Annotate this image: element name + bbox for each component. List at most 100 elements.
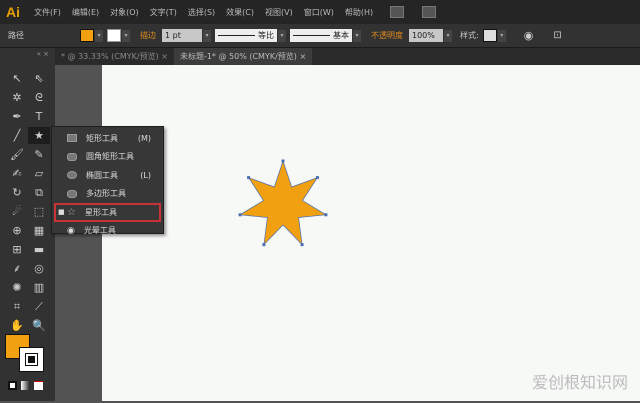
hand-tool-icon[interactable]: ✋ <box>6 317 28 334</box>
perspective-grid-tool-icon[interactable]: ▦ <box>28 222 50 239</box>
zoom-tool-icon[interactable]: 🔍 <box>28 317 50 334</box>
style-swatch[interactable] <box>482 29 497 42</box>
item-label: 星形工具 <box>84 207 117 217</box>
symbol-sprayer-tool-icon[interactable]: ✺ <box>6 279 28 296</box>
stroke-label[interactable]: 描边 <box>140 30 156 41</box>
arrange-documents-button[interactable] <box>422 6 437 18</box>
magic-wand-tool-icon[interactable]: ✲ <box>6 89 28 106</box>
eraser-tool-icon[interactable]: ▱ <box>28 165 50 182</box>
menu-object[interactable]: 对象(O) <box>110 7 139 18</box>
stroke-weight-input[interactable]: 1 pt <box>162 29 202 42</box>
rectangle-tool-item[interactable]: 矩形工具 (M) <box>52 129 163 148</box>
style-label: 样式: <box>460 31 479 40</box>
menu-type[interactable]: 文字(T) <box>150 7 177 18</box>
align-icon[interactable]: ⊡ <box>553 30 561 41</box>
pencil-tool-icon[interactable]: ✎ <box>28 146 50 163</box>
close-tab-icon[interactable]: × <box>299 52 306 61</box>
eyedropper-tool-icon[interactable]: ⸙ <box>6 260 28 277</box>
anchor-point[interactable] <box>300 243 304 247</box>
rounded-rectangle-tool-item[interactable]: 圆角矩形工具 <box>52 148 163 167</box>
warp-tool-icon[interactable]: ☄ <box>6 203 28 220</box>
opacity-label[interactable]: 不透明度 <box>371 30 403 41</box>
menu-help[interactable]: 帮助(H) <box>345 7 373 18</box>
pen-tool-icon[interactable]: ✒ <box>6 108 28 125</box>
graph-tool-icon[interactable]: ▥ <box>28 279 50 296</box>
opacity-input[interactable]: 100% <box>409 29 443 42</box>
rotate-tool-icon[interactable]: ↻ <box>6 184 28 201</box>
menu-file[interactable]: 文件(F) <box>34 7 61 18</box>
recolor-icon[interactable]: ◉ <box>524 29 534 42</box>
item-shortcut: (M) <box>137 133 151 143</box>
rectangle-icon <box>67 134 77 143</box>
app-logo: Ai <box>6 4 20 20</box>
menu-bar: Ai 文件(F) 编辑(E) 对象(O) 文字(T) 选择(S) 效果(C) 视… <box>0 0 640 24</box>
direct-selection-tool-icon[interactable]: ⇖ <box>28 70 50 87</box>
panel-collapse-icon[interactable]: « × <box>0 48 55 60</box>
polygon-tool-item[interactable]: 多边形工具 <box>52 185 163 204</box>
style-dropdown[interactable]: ▾ <box>497 29 506 42</box>
gradient-tool-icon[interactable]: ▬ <box>28 241 50 258</box>
bridge-button[interactable] <box>390 6 405 18</box>
paintbrush-tool-icon[interactable]: 🖌 <box>6 146 28 163</box>
brush-definition[interactable]: 基本 <box>290 29 352 42</box>
mesh-tool-icon[interactable]: ⊞ <box>6 241 28 258</box>
stroke-color-box[interactable] <box>19 347 44 372</box>
anchor-point[interactable] <box>315 176 319 180</box>
anchor-point[interactable] <box>247 176 251 180</box>
color-mode-buttons[interactable] <box>8 381 48 390</box>
item-label: 多边形工具 <box>86 189 126 199</box>
item-label: 圆角矩形工具 <box>86 152 134 162</box>
variable-width-profile[interactable]: 等比 <box>215 29 277 42</box>
rounded-rectangle-icon <box>67 152 77 161</box>
anchor-point[interactable] <box>324 213 328 217</box>
stroke-swatch[interactable] <box>107 29 121 42</box>
fill-dropdown[interactable]: ▾ <box>95 29 103 42</box>
tab-document-1[interactable]: * @ 33.33% (CMYK/预览) × <box>55 48 174 65</box>
brush-dropdown[interactable]: ▾ <box>353 29 361 42</box>
lasso-tool-icon[interactable]: ᘓ <box>28 89 50 106</box>
tab-document-2[interactable]: 未标题-1* @ 50% (CMYK/预览) × <box>173 48 313 65</box>
menu-window[interactable]: 窗口(W) <box>304 7 334 18</box>
profile-dropdown[interactable]: ▾ <box>278 29 286 42</box>
flare-tool-item[interactable]: ◉ 光晕工具 <box>52 222 163 241</box>
menu-effect[interactable]: 效果(C) <box>226 7 254 18</box>
ellipse-tool-item[interactable]: 椭圆工具 (L) <box>52 166 163 185</box>
artboard-canvas[interactable]: 爱创根知识网 <box>102 65 640 401</box>
blob-brush-tool-icon[interactable]: ✍ <box>6 165 28 182</box>
line-tool-icon[interactable]: ╱ <box>6 127 28 144</box>
star-icon: ☆ <box>67 206 76 218</box>
free-transform-tool-icon[interactable]: ⬚ <box>28 203 50 220</box>
scale-tool-icon[interactable]: ⧉ <box>28 184 50 201</box>
selection-tool-icon[interactable]: ↖ <box>6 70 28 87</box>
shape-builder-tool-icon[interactable]: ⊕ <box>6 222 28 239</box>
color-icon[interactable] <box>8 381 17 390</box>
stroke-dropdown[interactable]: ▾ <box>122 29 130 42</box>
menu-edit[interactable]: 编辑(E) <box>72 7 99 18</box>
menu-view[interactable]: 视图(V) <box>265 7 293 18</box>
selected-bullet-icon: ■ <box>58 208 65 217</box>
type-tool-icon[interactable]: T <box>28 108 50 125</box>
slice-tool-icon[interactable]: ⟋ <box>28 298 50 315</box>
anchor-point[interactable] <box>238 213 242 217</box>
opacity-dropdown[interactable]: ▾ <box>444 29 452 42</box>
control-bar: 路径 ▾ ▾ 描边 1 pt ▾ 等比 ▾ 基本 ▾ 不透明度 100% ▾ 样式: ▾… <box>0 24 640 48</box>
flare-icon: ◉ <box>67 225 75 236</box>
none-icon[interactable] <box>34 381 43 390</box>
brush-label: 基本 <box>333 31 349 40</box>
close-tab-icon[interactable]: × <box>161 52 168 61</box>
gradient-icon[interactable] <box>21 381 30 390</box>
tab-label: 未标题-1* @ 50% (CMYK/预览) <box>179 52 297 61</box>
artboard-tool-icon[interactable]: ⌗ <box>6 298 28 315</box>
star-tool-icon[interactable]: ★ <box>28 127 50 144</box>
star-shape[interactable] <box>102 65 640 401</box>
tab-label: * @ 33.33% (CMYK/预览) <box>61 52 159 61</box>
blend-tool-icon[interactable]: ◎ <box>28 260 50 277</box>
anchor-point[interactable] <box>281 159 285 163</box>
tools-panel: « × ↖ ⇖ ✲ ᘓ ✒ T ╱ ★ 🖌 ✎ ✍ ▱ ↻ ⧉ ☄ ⬚ ⊕ ▦ … <box>0 48 55 401</box>
fill-swatch[interactable] <box>80 29 94 42</box>
anchor-point[interactable] <box>262 243 266 247</box>
document-tabs: * @ 33.33% (CMYK/预览) × 未标题-1* @ 50% (CMY… <box>55 48 640 65</box>
menu-select[interactable]: 选择(S) <box>188 7 215 18</box>
stroke-weight-dropdown[interactable]: ▾ <box>203 29 211 42</box>
star-tool-item[interactable]: ■ ☆ 星形工具 <box>54 203 161 222</box>
